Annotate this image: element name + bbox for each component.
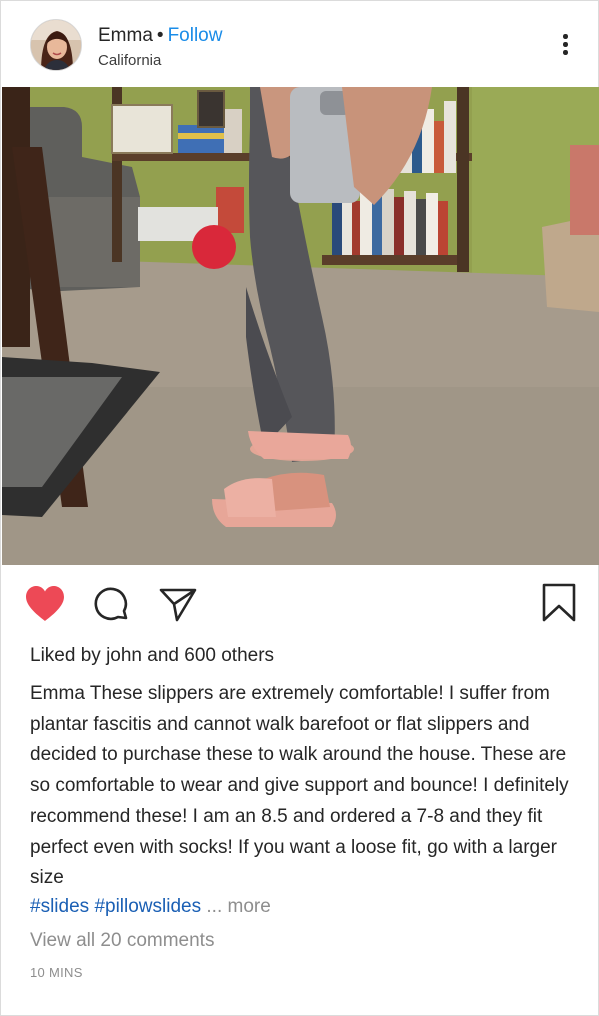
post-card: Emma • Follow California Liked by john a… — [0, 0, 599, 1016]
caption: Emma These slippers are extremely comfor… — [30, 679, 575, 894]
liked-by-user[interactable]: john — [106, 645, 142, 666]
caption-username[interactable]: Emma — [30, 683, 85, 704]
hashtag-row: #slides #pillowslides ... more — [30, 895, 271, 919]
caption-more-link[interactable]: ... more — [206, 896, 270, 917]
bookmark-icon[interactable] — [541, 583, 577, 623]
photo-scene — [2, 87, 599, 565]
view-all-comments-link[interactable]: View all 20 comments — [30, 929, 214, 953]
more-dot — [563, 34, 568, 39]
follow-button[interactable]: Follow — [168, 25, 223, 46]
name-row: Emma • Follow — [98, 25, 222, 47]
comment-icon[interactable] — [93, 587, 131, 625]
more-options-icon[interactable] — [555, 31, 575, 57]
action-bar — [1, 579, 598, 629]
timestamp: 10 MINS — [30, 965, 83, 980]
username[interactable]: Emma — [98, 25, 153, 46]
separator: • — [156, 25, 164, 46]
hashtag[interactable]: #pillowslides — [94, 896, 201, 917]
location[interactable]: California — [98, 52, 161, 69]
avatar[interactable] — [30, 19, 82, 71]
heart-filled-icon[interactable] — [24, 585, 66, 623]
hashtag[interactable]: #slides — [30, 896, 89, 917]
post-header: Emma • Follow California — [1, 1, 598, 87]
profile-photo-icon — [31, 20, 81, 70]
post-photo[interactable] — [2, 87, 599, 565]
likes-prefix: Liked by — [30, 645, 101, 666]
caption-text: These slippers are extremely comfortable… — [30, 683, 569, 889]
share-icon[interactable] — [158, 587, 198, 623]
likes-others[interactable]: 600 others — [184, 645, 274, 666]
likes-summary: Liked by john and 600 others — [30, 644, 274, 668]
more-dot — [563, 50, 568, 55]
more-dot — [563, 42, 568, 47]
likes-conjunction: and — [147, 645, 179, 666]
